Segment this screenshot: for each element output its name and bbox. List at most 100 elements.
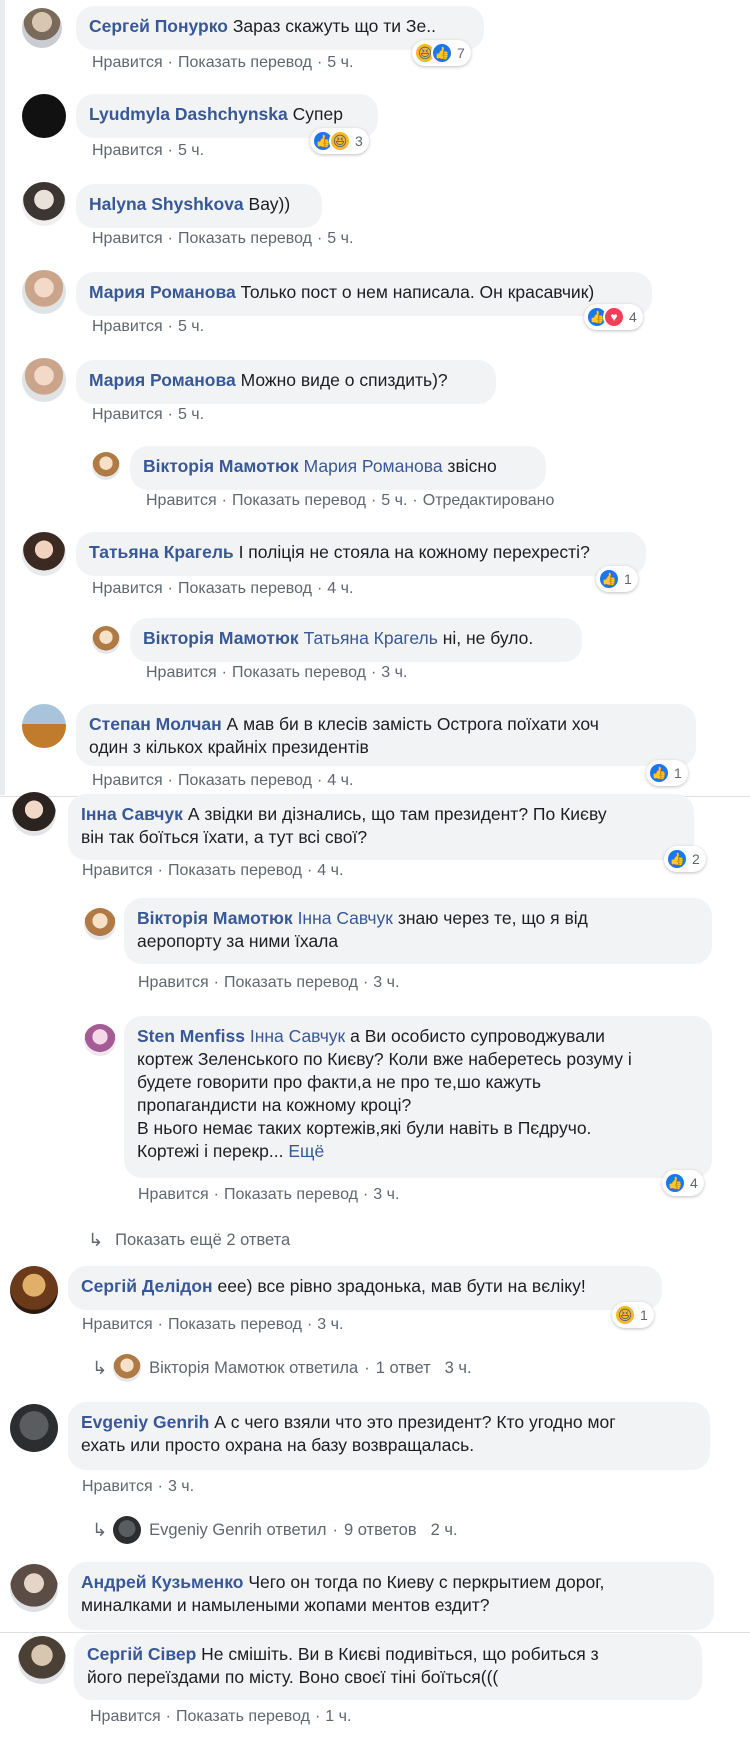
- translate-link[interactable]: Показать перевод: [168, 862, 302, 879]
- comment-author[interactable]: Sten Menfiss: [137, 1026, 245, 1046]
- like-link[interactable]: Нравится: [92, 142, 163, 159]
- like-link[interactable]: Нравится: [82, 1316, 153, 1333]
- replier-name[interactable]: Вікторія Мамотюк ответила: [149, 1359, 358, 1378]
- avatar[interactable]: [12, 792, 56, 836]
- replies-summary[interactable]: ↳ Вікторія Мамотюк ответила · 1 ответ 3 …: [92, 1354, 472, 1382]
- reaction-summary[interactable]: 👍 1: [646, 760, 688, 786]
- translate-link[interactable]: Показать перевод: [178, 54, 312, 71]
- replier-name[interactable]: Evgeniy Genrih ответил: [149, 1521, 326, 1540]
- show-more-replies[interactable]: ↳ Показать ещё 2 ответа: [88, 1230, 290, 1251]
- comment-author[interactable]: Evgeniy Genrih: [81, 1412, 209, 1432]
- avatar[interactable]: [10, 1266, 58, 1314]
- like-link[interactable]: Нравится: [90, 1708, 161, 1725]
- comment-author[interactable]: Вікторія Мамотюк: [143, 628, 299, 648]
- timestamp[interactable]: 3 ч.: [373, 1186, 399, 1203]
- like-link[interactable]: Нравится: [138, 974, 209, 991]
- avatar[interactable]: [22, 270, 66, 314]
- avatar[interactable]: [22, 704, 66, 748]
- timestamp[interactable]: 5 ч.: [327, 54, 353, 71]
- like-link[interactable]: Нравится: [138, 1186, 209, 1203]
- reaction-summary[interactable]: 👍 ♥ 4: [584, 304, 643, 330]
- comment-author[interactable]: Lyudmyla Dashchynska: [89, 104, 288, 124]
- reaction-summary[interactable]: 😆 👍 7: [412, 40, 471, 66]
- mention[interactable]: Татьяна Крагель: [304, 628, 438, 648]
- avatar[interactable]: [22, 182, 66, 226]
- comment-author[interactable]: Інна Савчук: [81, 804, 183, 824]
- timestamp[interactable]: 4 ч.: [317, 862, 343, 879]
- like-link[interactable]: Нравится: [92, 580, 163, 597]
- avatar[interactable]: [18, 1636, 66, 1684]
- mention[interactable]: Інна Савчук: [250, 1026, 345, 1046]
- timestamp[interactable]: 5 ч.: [178, 318, 204, 335]
- timestamp[interactable]: 5 ч.: [178, 142, 204, 159]
- comment-author[interactable]: Halyna Shyshkova: [89, 194, 244, 214]
- edited-label[interactable]: Отредактировано: [423, 492, 555, 509]
- comment-meta: Нравится · 3 ч.: [82, 1478, 195, 1495]
- timestamp[interactable]: 3 ч.: [317, 1316, 343, 1333]
- reply-count[interactable]: 1 ответ: [376, 1359, 431, 1378]
- comment-author[interactable]: Сергій Делідон: [81, 1276, 213, 1296]
- translate-link[interactable]: Показать перевод: [176, 1708, 310, 1725]
- comment-author[interactable]: Мария Романова: [89, 370, 236, 390]
- translate-link[interactable]: Показать перевод: [178, 580, 312, 597]
- avatar[interactable]: [22, 358, 66, 402]
- mention[interactable]: Інна Савчук: [298, 908, 393, 928]
- like-link[interactable]: Нравится: [92, 54, 163, 71]
- timestamp[interactable]: 3 ч.: [168, 1478, 194, 1495]
- timestamp[interactable]: 3 ч.: [373, 974, 399, 991]
- like-link[interactable]: Нравится: [92, 406, 163, 423]
- timestamp[interactable]: 1 ч.: [325, 1708, 351, 1725]
- like-link[interactable]: Нравится: [82, 1478, 153, 1495]
- timestamp[interactable]: 5 ч.: [327, 230, 353, 247]
- reply-arrow-icon: ↳: [92, 1519, 108, 1540]
- translate-link[interactable]: Показать перевод: [232, 492, 366, 509]
- reaction-summary[interactable]: 👍 4: [662, 1170, 704, 1196]
- timestamp[interactable]: 3 ч.: [381, 664, 407, 681]
- show-more-label[interactable]: Показать ещё 2 ответа: [115, 1231, 290, 1250]
- avatar[interactable]: [10, 1404, 58, 1452]
- comment-author[interactable]: Сергей Понурко: [89, 16, 228, 36]
- like-link[interactable]: Нравится: [92, 772, 163, 789]
- avatar[interactable]: [22, 8, 62, 48]
- avatar[interactable]: [10, 1564, 58, 1612]
- avatar[interactable]: [92, 452, 120, 480]
- avatar[interactable]: [84, 1024, 116, 1056]
- comment-author[interactable]: Вікторія Мамотюк: [137, 908, 293, 928]
- reaction-summary[interactable]: 👍 😆 3: [310, 128, 369, 154]
- translate-link[interactable]: Показать перевод: [168, 1316, 302, 1333]
- avatar[interactable]: [22, 94, 66, 138]
- like-link[interactable]: Нравится: [92, 230, 163, 247]
- avatar[interactable]: [84, 908, 116, 940]
- comment-text: будете говорити про факти,а не про те,шо…: [137, 1072, 542, 1092]
- reaction-count: 1: [624, 571, 632, 587]
- reaction-summary[interactable]: 😆 1: [612, 1302, 654, 1328]
- see-more-link[interactable]: Ещё: [288, 1141, 324, 1161]
- timestamp[interactable]: 5 ч.: [381, 492, 407, 509]
- avatar[interactable]: [92, 626, 120, 654]
- avatar[interactable]: [22, 532, 66, 576]
- like-link[interactable]: Нравится: [82, 862, 153, 879]
- translate-link[interactable]: Показать перевод: [178, 230, 312, 247]
- like-link[interactable]: Нравится: [146, 492, 217, 509]
- timestamp[interactable]: 5 ч.: [178, 406, 204, 423]
- comment-bubble: Halyna Shyshkova Вау)): [76, 184, 322, 228]
- mention[interactable]: Мария Романова: [304, 456, 443, 476]
- timestamp[interactable]: 4 ч.: [327, 772, 353, 789]
- translate-link[interactable]: Показать перевод: [178, 772, 312, 789]
- comment-author[interactable]: Татьяна Крагель: [89, 542, 234, 562]
- comment-author[interactable]: Сергій Сівер: [87, 1644, 196, 1664]
- comment-author[interactable]: Вікторія Мамотюк: [143, 456, 299, 476]
- translate-link[interactable]: Показать перевод: [224, 974, 358, 991]
- comment-author[interactable]: Мария Романова: [89, 282, 236, 302]
- timestamp[interactable]: 4 ч.: [327, 580, 353, 597]
- replies-summary[interactable]: ↳ Evgeniy Genrih ответил · 9 ответов 2 ч…: [92, 1516, 458, 1544]
- like-link[interactable]: Нравится: [92, 318, 163, 335]
- comment-author[interactable]: Степан Молчан: [89, 714, 222, 734]
- reaction-summary[interactable]: 👍 2: [664, 846, 706, 872]
- translate-link[interactable]: Показать перевод: [232, 664, 366, 681]
- reply-count[interactable]: 9 ответов: [344, 1521, 417, 1540]
- reaction-summary[interactable]: 👍 1: [596, 566, 638, 592]
- like-link[interactable]: Нравится: [146, 664, 217, 681]
- comment-author[interactable]: Андрей Кузьменко: [81, 1572, 243, 1592]
- translate-link[interactable]: Показать перевод: [224, 1186, 358, 1203]
